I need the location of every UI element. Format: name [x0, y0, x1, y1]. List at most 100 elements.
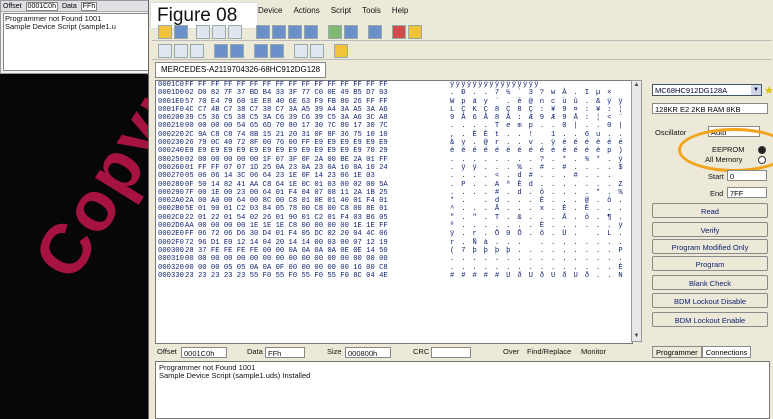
bdm-lockout-enable-button[interactable]: BDM Lockout Enable: [652, 312, 768, 327]
hex-bytes[interactable]: 26 79 0C 40 72 8F 00 76 00 FF E9 E9 E9 E…: [185, 139, 450, 147]
read-button[interactable]: Read: [652, 203, 768, 218]
hex-bytes[interactable]: 2C 9A C8 C8 74 8B 15 21 20 31 0F 8F 36 7…: [185, 131, 450, 139]
stop-icon[interactable]: [392, 25, 406, 39]
hex-ascii[interactable]: . . . . # . d . ô . . . . * . %: [450, 189, 625, 197]
hex-ascii[interactable]: ( 7 þ þ þ þ . . . . . . . . . P: [450, 247, 625, 255]
hex-ascii[interactable]: . . . . . . . . ? . * . ¾ * . ÿ: [450, 156, 625, 164]
hex-bytes[interactable]: 00 00 00 00 00 00 00 00 00 00 00 00 00 0…: [185, 255, 450, 263]
hex-ascii[interactable]: . ÿ ÿ . . . % . # . # . . . . $: [450, 164, 625, 172]
hex-row[interactable]: 000250 02 00 00 00 00 00 1F 07 3F 0F 2A 0…: [156, 156, 632, 164]
data-field[interactable]: FFh: [265, 347, 305, 358]
hex-row[interactable]: 000310 00 00 00 00 00 00 00 00 00 00 00 0…: [156, 255, 632, 263]
hex-row[interactable]: 000320 00 00 00 05 05 0A 0A 0F 00 00 00 0…: [156, 264, 632, 272]
script-icon[interactable]: [408, 25, 422, 39]
menu-actions[interactable]: Actions: [293, 6, 319, 20]
hex-bytes[interactable]: FF 06 72 06 D6 30 D4 01 F4 05 DC 02 20 0…: [185, 230, 450, 238]
save-icon[interactable]: [174, 25, 188, 39]
hex-scrollbar[interactable]: ▲ ▼: [631, 80, 642, 342]
open-icon[interactable]: [158, 25, 172, 39]
fill-icon[interactable]: [214, 44, 228, 58]
hex-bytes[interactable]: 57 70 E4 79 60 1E E8 40 6E 63 F9 FB 80 2…: [185, 98, 450, 106]
hex-row[interactable]: 0002B0 5E 01 90 01 C2 03 84 05 78 00 C8 0…: [156, 205, 632, 213]
hex-ascii[interactable]: . . . . T e m p . . 0 | . . 0 |: [450, 122, 625, 130]
hex-row[interactable]: 000240 E9 E9 E9 E9 E9 E9 E9 E9 E9 E9 E9 E…: [156, 147, 632, 155]
hex-ascii[interactable]: ÿ . r . Ö 0 Ô . ô . Ü . . L .: [450, 230, 625, 238]
monitor-link[interactable]: Monitor: [581, 347, 606, 356]
tab-programmer[interactable]: Programmer: [652, 346, 702, 358]
tab-connections[interactable]: Connections: [701, 346, 752, 358]
hex-bytes[interactable]: 02 00 00 00 00 00 1F 07 3F 0F 2A 00 BE 2…: [185, 156, 450, 164]
device-tab[interactable]: MERCEDES-A2119704326-68HC912DG128: [155, 62, 327, 78]
favorite-icon[interactable]: ★: [764, 84, 773, 97]
hex-bytes[interactable]: 00 00 00 05 05 0A 0A 0F 00 00 00 00 00 1…: [185, 264, 450, 272]
hex-row[interactable]: 0002E0 FF 06 72 06 D6 30 D4 01 F4 05 DC 0…: [156, 230, 632, 238]
hex-ascii[interactable]: 9 Å 6 Å 8 Å : Æ 9 Æ 9 Å : ¦ < ¨: [450, 114, 625, 122]
hex-bytes[interactable]: 00 00 00 00 54 65 6D 70 80 17 30 7C 80 1…: [185, 122, 450, 130]
find-icon[interactable]: [230, 44, 244, 58]
hex-bytes[interactable]: E9 E9 E9 E9 E9 E9 E9 E9 E9 E9 E9 E9 E9 E…: [185, 147, 450, 155]
hex-bytes[interactable]: 39 C5 36 C5 38 C5 3A C6 39 C6 39 C5 3A A…: [185, 114, 450, 122]
connect-icon[interactable]: [328, 25, 342, 39]
blank-check-button[interactable]: Blank Check: [652, 275, 768, 290]
hex-ascii[interactable]: W p ä y ` . è @ n c ù û . & ÿ ÿ: [450, 98, 625, 106]
hex-row[interactable]: 000220 2C 9A C8 C8 74 8B 15 21 20 31 0F 8…: [156, 131, 632, 139]
script-run-icon[interactable]: [334, 44, 348, 58]
hex-bytes[interactable]: 05 06 06 14 3C 06 64 23 1E 0F 14 23 06 1…: [185, 172, 450, 180]
scroll-up-icon[interactable]: ▲: [632, 81, 641, 90]
hex-bytes[interactable]: AA 00 00 00 00 1E 1E 1E C8 00 00 00 00 1…: [185, 222, 450, 230]
verify-button[interactable]: Verify: [652, 222, 768, 237]
calc-icon[interactable]: [310, 44, 324, 58]
hex-bytes[interactable]: 7F 00 1E 00 23 00 64 01 F4 04 07 08 11 2…: [185, 189, 450, 197]
hex-bytes[interactable]: 4C C7 4B C7 38 C7 38 C7 3A A5 39 A4 3A A…: [185, 106, 450, 114]
menu-script[interactable]: Script: [331, 6, 351, 20]
chip-icon[interactable]: [368, 25, 382, 39]
hex-ascii[interactable]: ^ . . . Â . . . x . È . È . . .: [450, 205, 625, 213]
compare-icon[interactable]: [254, 44, 268, 58]
hex-bytes[interactable]: 01 FF FF 07 07 1D 25 0A 23 0A 23 0A 10 0…: [185, 164, 450, 172]
chevron-down-icon[interactable]: ▼: [751, 85, 761, 95]
scroll-down-icon[interactable]: ▼: [632, 332, 641, 341]
hex-row[interactable]: 000330 23 23 23 23 23 55 F0 55 F0 55 F0 5…: [156, 272, 632, 280]
hex-ascii[interactable]: . . . . < . d # . . . # . . .: [450, 172, 625, 180]
write-icon[interactable]: [272, 25, 286, 39]
hex-bytes[interactable]: 0F 50 14 82 41 AA C8 64 1E 0C 01 03 00 0…: [185, 181, 450, 189]
hex-ascii[interactable]: & y . @ r . . v . ÿ é é é é é é: [450, 139, 625, 147]
hex-bytes[interactable]: 28 37 FE FE FE FE 00 00 0A 0A 0A 0A 0E 0…: [185, 247, 450, 255]
hex-ascii[interactable]: r . Ñ à . . . . . . . . . . .: [450, 239, 625, 247]
hex-ascii[interactable]: . . . . . . . . . . . . . . . È: [450, 264, 625, 272]
hex-row[interactable]: 0001F0 4C C7 4B C7 38 C7 38 C7 3A A5 39 A…: [156, 106, 632, 114]
forward-icon[interactable]: [174, 44, 188, 58]
hex-bytes[interactable]: 22 01 22 01 54 02 26 01 90 01 C2 01 F4 0…: [185, 214, 450, 222]
offset-field[interactable]: 0001C0h: [181, 347, 227, 358]
menu-help[interactable]: Help: [392, 6, 408, 20]
hex-row[interactable]: 000260 01 FF FF 07 07 1D 25 0A 23 0A 23 0…: [156, 164, 632, 172]
checksum-icon[interactable]: [294, 44, 308, 58]
hex-bytes[interactable]: FF FF FF FF FF FF FF FF FF FF FF FF FF F…: [185, 81, 450, 89]
menu-device[interactable]: Device: [258, 6, 282, 20]
hex-ascii[interactable]: , . È È t . . ! 1 . . 6 u . .: [450, 131, 625, 139]
menu-tools[interactable]: Tools: [362, 6, 381, 20]
hex-ascii[interactable]: " . " . T . & . . . Â . ô . ¶ .: [450, 214, 625, 222]
hex-ascii[interactable]: . P . . A ª È d . . . . . . . Z: [450, 181, 625, 189]
hex-bytes[interactable]: 2A 00 A0 00 64 00 8C 00 C8 01 0E 01 40 0…: [185, 197, 450, 205]
hex-bytes[interactable]: 5E 01 90 01 C2 03 84 05 78 00 C8 00 C8 0…: [185, 205, 450, 213]
hex-editor[interactable]: 0001C0 FF FF FF FF FF FF FF FF FF FF FF F…: [155, 80, 633, 344]
goto-icon[interactable]: [190, 44, 204, 58]
erase-icon[interactable]: [304, 25, 318, 39]
hex-row[interactable]: 0001D0 02 D0 82 7F 37 BD B4 33 3F 77 C0 0…: [156, 89, 632, 97]
hex-ascii[interactable]: # # # # # U ð U ð U ð U ð . . N: [450, 272, 625, 280]
hex-row[interactable]: 0001E0 57 70 E4 79 60 1E E8 40 6E 63 F9 F…: [156, 98, 632, 106]
verify-icon[interactable]: [288, 25, 302, 39]
find-replace-link[interactable]: Find/Replace: [527, 347, 571, 356]
copy-icon[interactable]: [196, 25, 210, 39]
hex-row[interactable]: 000210 00 00 00 00 54 65 6D 70 80 17 30 7…: [156, 122, 632, 130]
hex-ascii[interactable]: . . . . . . . . . . . . . . . .: [450, 255, 625, 263]
device-select[interactable]: MC68HC912DG128A ▼: [652, 84, 762, 96]
hex-row[interactable]: 000270 05 06 06 14 3C 06 64 23 1E 0F 14 2…: [156, 172, 632, 180]
read-icon[interactable]: [256, 25, 270, 39]
hex-ascii[interactable]: L Ç K Ç 8 Ç 8 Ç : ¥ 9 ¤ : ¥ : ¦: [450, 106, 625, 114]
hex-row[interactable]: 0002F0 72 96 D1 E0 12 14 04 20 14 14 00 0…: [156, 239, 632, 247]
bdm-lockout-disable-button[interactable]: BDM Lockout Disable: [652, 293, 768, 308]
hex-row[interactable]: 000200 39 C5 36 C5 38 C5 3A C6 39 C6 39 C…: [156, 114, 632, 122]
hex-row[interactable]: 000230 26 79 0C 40 72 8F 00 76 00 FF E9 E…: [156, 139, 632, 147]
